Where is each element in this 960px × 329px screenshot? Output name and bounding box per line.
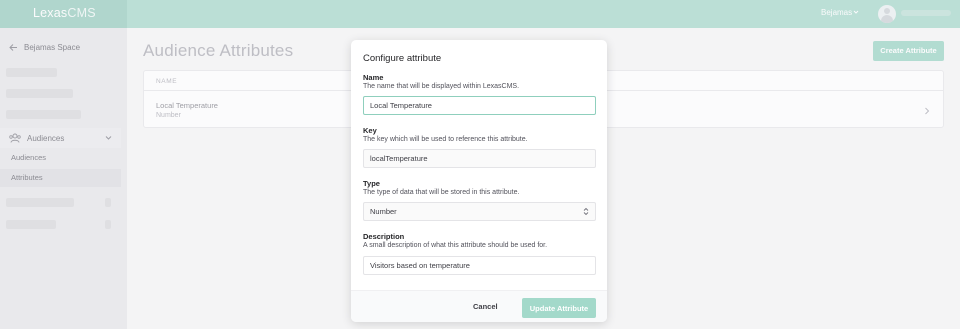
select-arrows-icon xyxy=(583,207,589,216)
configure-attribute-modal: Configure attribute Name The name that w… xyxy=(351,40,607,322)
description-label: Description xyxy=(363,232,405,241)
description-field[interactable]: Visitors based on temperature xyxy=(363,256,596,275)
key-description: The key which will be used to reference … xyxy=(363,136,528,143)
update-attribute-button[interactable]: Update Attribute xyxy=(522,298,596,318)
modal-footer: Cancel Update Attribute xyxy=(351,290,607,322)
cancel-button[interactable]: Cancel xyxy=(473,302,498,311)
name-description: The name that will be displayed within L… xyxy=(363,83,520,90)
description-help: A small description of what this attribu… xyxy=(363,242,548,249)
key-field[interactable]: localTemperature xyxy=(363,149,596,168)
name-label: Name xyxy=(363,73,384,82)
modal-title: Configure attribute xyxy=(363,53,442,64)
modal-body: Configure attribute Name The name that w… xyxy=(351,40,607,290)
key-label: Key xyxy=(363,126,377,135)
type-label: Type xyxy=(363,179,380,188)
type-select[interactable]: Number xyxy=(363,202,596,221)
type-description: The type of data that will be stored in … xyxy=(363,189,520,196)
name-field[interactable]: Local Temperature xyxy=(363,96,596,115)
